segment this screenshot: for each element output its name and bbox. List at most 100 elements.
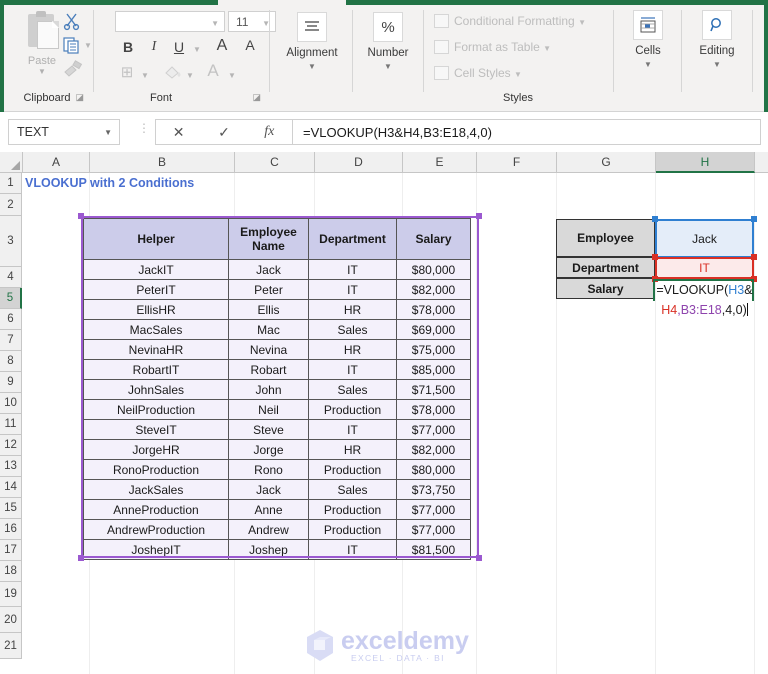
editing-button[interactable]: Editing ▼ <box>686 10 748 111</box>
table-row[interactable]: SteveITSteveIT$77,000 <box>84 420 471 440</box>
cut-icon[interactable] <box>62 11 84 31</box>
table-cell[interactable]: Anne <box>229 500 309 520</box>
table-cell[interactable]: IT <box>309 280 397 300</box>
borders-icon[interactable]: ⊞ <box>117 63 137 81</box>
lookup-data-table[interactable]: HelperEmployee NameDepartmentSalaryJackI… <box>83 218 471 560</box>
table-cell[interactable]: $77,000 <box>397 520 471 540</box>
table-cell[interactable]: Sales <box>309 480 397 500</box>
table-cell[interactable]: $69,000 <box>397 320 471 340</box>
lookup-label-salary[interactable]: Salary <box>556 278 655 299</box>
table-cell[interactable]: $77,000 <box>397 420 471 440</box>
table-cell[interactable]: Neil <box>229 400 309 420</box>
table-cell[interactable]: Production <box>309 460 397 480</box>
table-header-cell[interactable]: Helper <box>84 219 229 260</box>
row-header-11[interactable]: 11 <box>0 414 22 435</box>
table-cell[interactable]: $78,000 <box>397 400 471 420</box>
font-dialog-launcher-icon[interactable]: ◪ <box>252 92 261 103</box>
table-cell[interactable]: Robart <box>229 360 309 380</box>
table-cell[interactable]: $82,000 <box>397 440 471 460</box>
font-color-caret-icon[interactable]: ▼ <box>228 71 236 80</box>
table-cell[interactable]: IT <box>309 360 397 380</box>
table-cell[interactable]: Mac <box>229 320 309 340</box>
cells-caret-icon[interactable]: ▼ <box>618 60 678 69</box>
format-as-table-button[interactable]: Format as Table ▼ <box>434 40 551 54</box>
row-header-3[interactable]: 3 <box>0 216 22 267</box>
conditional-formatting-button[interactable]: Conditional Formatting ▼ <box>434 14 586 28</box>
table-row[interactable]: RobartITRobartIT$85,000 <box>84 360 471 380</box>
table-cell[interactable]: Peter <box>229 280 309 300</box>
row-header-7[interactable]: 7 <box>0 330 22 351</box>
table-cell[interactable]: Steve <box>229 420 309 440</box>
table-cell[interactable]: JoshepIT <box>84 540 229 560</box>
table-row[interactable]: JorgeHRJorgeHR$82,000 <box>84 440 471 460</box>
fill-color-icon[interactable] <box>163 63 185 83</box>
sheet-title-cell[interactable]: VLOOKUP with 2 Conditions <box>25 176 194 190</box>
sheet-area[interactable]: VLOOKUP with 2 Conditions HelperEmployee… <box>23 173 768 674</box>
department-cell-handle-tl[interactable] <box>652 254 658 260</box>
row-header-17[interactable]: 17 <box>0 540 22 561</box>
column-header-H[interactable]: H <box>656 152 755 173</box>
row-header-1[interactable]: 1 <box>0 173 22 194</box>
table-cell[interactable]: HR <box>309 340 397 360</box>
table-cell[interactable]: JackSales <box>84 480 229 500</box>
table-row[interactable]: NeilProductionNeilProduction$78,000 <box>84 400 471 420</box>
table-cell[interactable]: Production <box>309 500 397 520</box>
department-cell-handle-tr[interactable] <box>751 254 757 260</box>
table-cell[interactable]: JohnSales <box>84 380 229 400</box>
table-cell[interactable]: $78,000 <box>397 300 471 320</box>
table-cell[interactable]: IT <box>309 260 397 280</box>
row-header-5[interactable]: 5 <box>0 288 22 309</box>
number-caret-icon[interactable]: ▼ <box>358 62 418 71</box>
table-header-cell[interactable]: Employee Name <box>229 219 309 260</box>
table-cell[interactable]: RobartIT <box>84 360 229 380</box>
insert-function-button[interactable]: fx <box>247 124 292 140</box>
row-header-10[interactable]: 10 <box>0 393 22 414</box>
row-header-14[interactable]: 14 <box>0 477 22 498</box>
table-header-cell[interactable]: Department <box>309 219 397 260</box>
row-header-19[interactable]: 19 <box>0 582 22 607</box>
lookup-value-employee[interactable]: Jack <box>655 219 754 258</box>
table-cell[interactable]: John <box>229 380 309 400</box>
row-header-13[interactable]: 13 <box>0 456 22 477</box>
table-row[interactable]: AndrewProductionAndrewProduction$77,000 <box>84 520 471 540</box>
fill-color-caret-icon[interactable]: ▼ <box>186 71 194 80</box>
table-cell[interactable]: Jack <box>229 260 309 280</box>
cell-formula-editor[interactable]: =VLOOKUP(H3&H4,B3:E18,4,0) <box>655 280 754 320</box>
row-header-9[interactable]: 9 <box>0 372 22 393</box>
name-box[interactable]: TEXT ▼ <box>8 119 120 145</box>
range-handle-tr[interactable] <box>476 213 482 219</box>
table-row[interactable]: MacSalesMacSales$69,000 <box>84 320 471 340</box>
employee-cell-handle-tr[interactable] <box>751 216 757 222</box>
bold-button[interactable]: B <box>119 39 137 55</box>
table-cell[interactable]: Sales <box>309 320 397 340</box>
table-cell[interactable]: Joshep <box>229 540 309 560</box>
table-cell[interactable]: SteveIT <box>84 420 229 440</box>
table-cell[interactable]: Sales <box>309 380 397 400</box>
table-row[interactable]: AnneProductionAnneProduction$77,000 <box>84 500 471 520</box>
underline-caret-icon[interactable]: ▼ <box>193 45 201 54</box>
table-row[interactable]: PeterITPeterIT$82,000 <box>84 280 471 300</box>
row-header-20[interactable]: 20 <box>0 607 22 633</box>
enter-formula-button[interactable]: ✓ <box>201 124 246 141</box>
editing-caret-icon[interactable]: ▼ <box>686 60 748 69</box>
table-cell[interactable]: PeterIT <box>84 280 229 300</box>
table-cell[interactable]: IT <box>309 420 397 440</box>
column-header-B[interactable]: B <box>90 152 235 172</box>
row-header-6[interactable]: 6 <box>0 309 22 330</box>
font-name-caret-icon[interactable]: ▼ <box>211 19 219 28</box>
table-cell[interactable]: $80,000 <box>397 260 471 280</box>
table-cell[interactable]: JackIT <box>84 260 229 280</box>
number-button[interactable]: % Number ▼ <box>358 12 418 113</box>
font-color-icon[interactable]: A <box>203 61 223 81</box>
table-cell[interactable]: $77,000 <box>397 500 471 520</box>
italic-button[interactable]: I <box>145 39 163 55</box>
column-header-A[interactable]: A <box>23 152 90 172</box>
copy-icon[interactable] <box>62 35 84 55</box>
table-cell[interactable]: $73,750 <box>397 480 471 500</box>
table-cell[interactable]: EllisHR <box>84 300 229 320</box>
table-cell[interactable]: $75,000 <box>397 340 471 360</box>
alignment-caret-icon[interactable]: ▼ <box>276 62 348 71</box>
table-cell[interactable]: MacSales <box>84 320 229 340</box>
table-cell[interactable]: $81,500 <box>397 540 471 560</box>
table-cell[interactable]: Nevina <box>229 340 309 360</box>
